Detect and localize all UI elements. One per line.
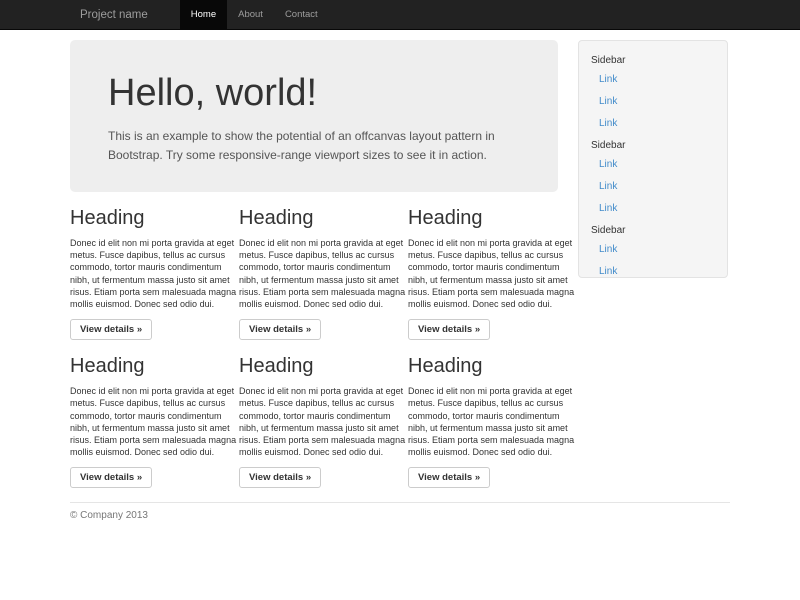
jumbotron: Hello, world! This is an example to show… — [70, 40, 558, 192]
card-heading: Heading — [239, 207, 406, 229]
sidebar-link[interactable]: Link — [591, 68, 715, 90]
view-details-button[interactable]: View details » — [239, 319, 321, 340]
sidebar-link[interactable]: Link — [591, 112, 715, 134]
view-details-button[interactable]: View details » — [408, 319, 490, 340]
navbar-container: Project name Home About Contact — [70, 0, 730, 30]
content-card: Heading Donec id elit non mi porta gravi… — [408, 192, 577, 340]
sidebar-group-heading: Sidebar — [591, 55, 715, 66]
sidebar-group-heading: Sidebar — [591, 140, 715, 151]
content-row: Hello, world! This is an example to show… — [70, 40, 730, 488]
view-details-button[interactable]: View details » — [70, 467, 152, 488]
sidebar-link[interactable]: Link — [591, 175, 715, 197]
sidebar-group-3: Sidebar Link Link — [591, 225, 715, 278]
nav-item-contact[interactable]: Contact — [274, 0, 329, 30]
sidebar-panel: Sidebar Link Link Link Sidebar Link Link… — [578, 40, 728, 278]
sidebar-link[interactable]: Link — [591, 260, 715, 278]
content-card: Heading Donec id elit non mi porta gravi… — [239, 340, 408, 488]
card-heading: Heading — [408, 207, 575, 229]
sidebar-link[interactable]: Link — [591, 197, 715, 219]
nav-item-home[interactable]: Home — [180, 0, 227, 30]
view-details-button[interactable]: View details » — [239, 467, 321, 488]
jumbotron-description: This is an example to show the potential… — [108, 127, 510, 165]
navbar-menu: Home About Contact — [180, 0, 329, 30]
card-body: Donec id elit non mi porta gravida at eg… — [239, 237, 406, 310]
card-body: Donec id elit non mi porta gravida at eg… — [408, 237, 575, 310]
view-details-button[interactable]: View details » — [70, 319, 152, 340]
sidebar-group-2: Sidebar Link Link Link — [591, 140, 715, 219]
content-card: Heading Donec id elit non mi porta gravi… — [70, 192, 239, 340]
card-heading: Heading — [70, 355, 237, 377]
main-content: Hello, world! This is an example to show… — [70, 40, 575, 488]
view-details-button[interactable]: View details » — [408, 467, 490, 488]
footer: © Company 2013 — [70, 510, 730, 521]
sidebar-link[interactable]: Link — [591, 238, 715, 260]
sidebar-group-heading: Sidebar — [591, 225, 715, 236]
card-heading: Heading — [408, 355, 575, 377]
content-card: Heading Donec id elit non mi porta gravi… — [70, 340, 239, 488]
card-body: Donec id elit non mi porta gravida at eg… — [70, 385, 237, 458]
content-card: Heading Donec id elit non mi porta gravi… — [408, 340, 577, 488]
card-body: Donec id elit non mi porta gravida at eg… — [408, 385, 575, 458]
card-body: Donec id elit non mi porta gravida at eg… — [70, 237, 237, 310]
content-card: Heading Donec id elit non mi porta gravi… — [239, 192, 408, 340]
sidebar-link[interactable]: Link — [591, 153, 715, 175]
card-heading: Heading — [239, 355, 406, 377]
sidebar: Sidebar Link Link Link Sidebar Link Link… — [575, 40, 730, 278]
sidebar-link[interactable]: Link — [591, 90, 715, 112]
navbar-brand[interactable]: Project name — [70, 0, 158, 30]
card-body: Donec id elit non mi porta gravida at eg… — [239, 385, 406, 458]
copyright-text: © Company 2013 — [70, 510, 730, 521]
footer-divider — [70, 502, 730, 503]
sidebar-group-1: Sidebar Link Link Link — [591, 55, 715, 134]
card-heading: Heading — [70, 207, 237, 229]
page-container: Hello, world! This is an example to show… — [70, 40, 730, 521]
cards-row-1: Heading Donec id elit non mi porta gravi… — [70, 192, 575, 340]
page-title: Hello, world! — [108, 71, 520, 115]
nav-item-about[interactable]: About — [227, 0, 274, 30]
cards-row-2: Heading Donec id elit non mi porta gravi… — [70, 340, 575, 488]
navbar: Project name Home About Contact — [0, 0, 800, 30]
